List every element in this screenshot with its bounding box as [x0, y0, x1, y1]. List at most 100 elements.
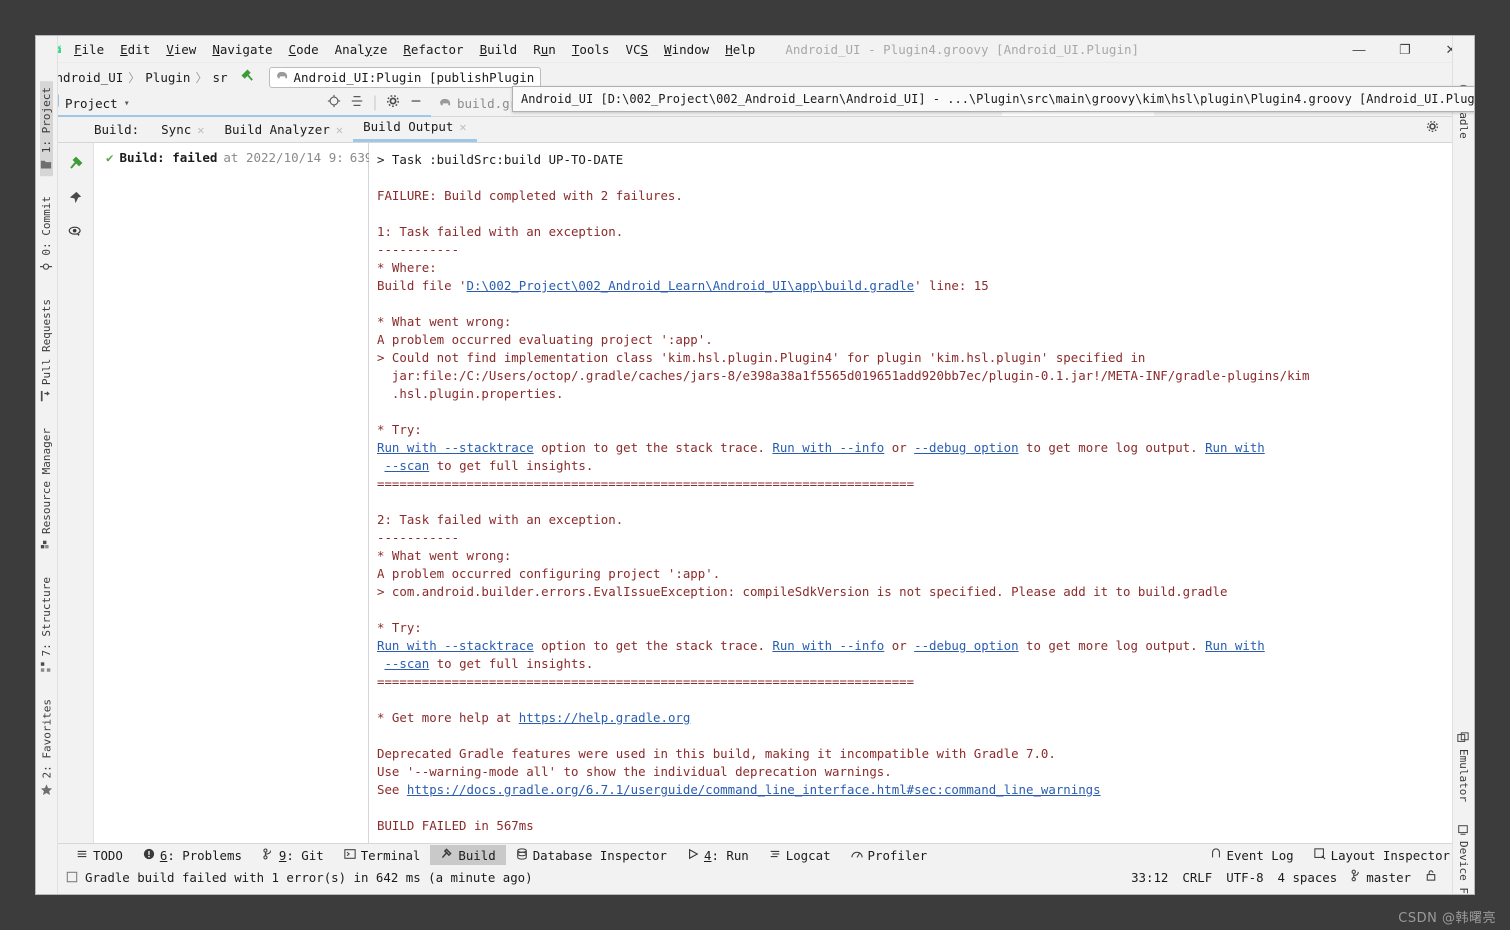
event-log-icon [1210, 847, 1222, 863]
bottom-tool-build[interactable]: Build [430, 845, 506, 865]
bottom-tool-profiler[interactable]: Profiler [841, 846, 938, 865]
stripe-button-pull-requests[interactable]: Pull Requests [40, 293, 53, 408]
menu-item-refactor[interactable]: Refactor [395, 39, 471, 60]
bottom-tool-event-log[interactable]: Event Log [1200, 846, 1304, 865]
locate-icon[interactable] [327, 94, 341, 113]
resource-manager-icon [40, 539, 53, 551]
console-text: > Could not find implementation class 'k… [377, 350, 1146, 365]
console-link[interactable]: Run with --info [772, 638, 884, 653]
console-link[interactable]: Run with --stacktrace [377, 440, 534, 455]
gear-icon[interactable] [1426, 120, 1439, 138]
console-line: BUILD FAILED in 567ms [377, 817, 1474, 835]
line-separator[interactable]: CRLF [1182, 870, 1212, 885]
breadcrumb-sr[interactable]: sr [208, 70, 231, 85]
build-hammer-icon[interactable] [240, 68, 255, 86]
console-link[interactable]: --debug option [914, 638, 1018, 653]
run-configuration-selector[interactable]: Android_UI:Plugin [publishPlugin [268, 66, 542, 88]
console-line: See https://docs.gradle.org/6.7.1/usergu… [377, 781, 1474, 799]
minimize-button[interactable]: — [1336, 36, 1382, 63]
bottom-tool-problems[interactable]: 6: Problems [133, 846, 252, 865]
console-line: * What went wrong: [377, 313, 1474, 331]
console-link[interactable]: https://docs.gradle.org/6.7.1/userguide/… [407, 782, 1101, 797]
run-icon [687, 848, 699, 863]
bottom-tool-layout-inspector[interactable]: Layout Inspector [1304, 846, 1460, 865]
gear-icon[interactable] [386, 94, 400, 113]
stripe-button-2-favorites[interactable]: 2: Favorites [40, 693, 54, 802]
bottom-tool-label: 6: Problems [159, 847, 242, 863]
layout-inspector-icon [1313, 847, 1326, 863]
file-encoding[interactable]: UTF-8 [1226, 870, 1263, 885]
menu-item-view[interactable]: View [158, 39, 204, 60]
console-link[interactable]: Run with [1205, 440, 1265, 455]
menu-item-tools[interactable]: Tools [564, 39, 618, 60]
build-tab-sync[interactable]: Sync ✕ [151, 122, 214, 142]
status-widget-icon[interactable] [66, 871, 78, 883]
close-icon[interactable]: ✕ [336, 123, 343, 137]
bottom-tool-database-inspector[interactable]: Database Inspector [506, 846, 677, 865]
project-panel-toolbar: | [327, 94, 431, 113]
console-line: > Could not find implementation class 'k… [377, 349, 1474, 367]
stripe-label: 7: Structure [39, 576, 53, 657]
console-link[interactable]: https://help.gradle.org [519, 710, 691, 725]
stripe-label: Resource Manager [39, 427, 53, 534]
menu-item-navigate[interactable]: Navigate [204, 39, 280, 60]
console-text: * Try: [377, 620, 422, 635]
caret-position[interactable]: 33:12 [1131, 870, 1168, 885]
maximize-button[interactable]: ❐ [1382, 36, 1428, 63]
console-link[interactable]: --debug option [914, 440, 1018, 455]
close-icon[interactable]: ✕ [197, 123, 204, 137]
stripe-button-device-file-explorer[interactable]: Device File Explorer [1457, 818, 1470, 894]
indent-setting[interactable]: 4 spaces [1278, 870, 1338, 885]
menu-item-code[interactable]: Code [281, 39, 327, 60]
console-link[interactable]: Run with --info [772, 440, 884, 455]
build-tab-build-output[interactable]: Build Output ✕ [353, 119, 477, 142]
stripe-button-resource-manager[interactable]: Resource Manager [40, 422, 53, 557]
close-icon[interactable]: ✕ [459, 120, 466, 134]
stripe-button-1-project[interactable]: 1: Project [39, 81, 53, 177]
bottom-tool-run[interactable]: 4: Run [677, 846, 759, 865]
breadcrumb-plugin[interactable]: Plugin [141, 70, 194, 85]
console-link[interactable]: --scan [384, 656, 429, 671]
bottom-tool-logcat[interactable]: Logcat [759, 846, 841, 865]
chevron-down-icon[interactable]: ▾ [124, 98, 130, 109]
console-link[interactable]: Run with [1205, 638, 1265, 653]
console-text: option to get the stack trace. [533, 638, 773, 653]
pin-icon[interactable] [68, 190, 83, 210]
bottom-tool-terminal[interactable]: Terminal [334, 846, 431, 865]
restart-icon[interactable] [68, 155, 84, 176]
hide-icon[interactable] [409, 94, 423, 113]
collapse-all-icon[interactable] [350, 94, 364, 113]
console-link[interactable]: --scan [384, 458, 429, 473]
breadcrumb-separator: 〉 [195, 70, 208, 85]
console-link[interactable]: D:\002_Project\002_Android_Learn\Android… [467, 278, 915, 293]
menu-item-help[interactable]: Help [717, 39, 763, 60]
lock-icon[interactable] [1425, 869, 1437, 885]
menu-item-analyze[interactable]: Analyze [327, 39, 396, 60]
build-console[interactable]: > Task :buildSrc:build UP-TO-DATE FAILUR… [369, 143, 1474, 843]
bottom-tool-label: Database Inspector [532, 847, 667, 863]
build-tree-row[interactable]: ✔Build: failedat 2022/10/14 9:639 ms [94, 149, 395, 166]
stripe-button-0-commit[interactable]: 0: Commit [39, 190, 53, 279]
project-panel-header: Project ▾ | [36, 91, 431, 117]
stripe-button-emulator[interactable]: Emulator [1457, 726, 1470, 808]
console-text: or [884, 638, 915, 653]
console-link[interactable]: Run with --stacktrace [377, 638, 534, 653]
eye-icon[interactable] [68, 224, 83, 244]
bottom-tool-todo[interactable]: TODO [66, 846, 133, 865]
git-branch-widget[interactable]: master [1351, 869, 1411, 885]
menu-item-vcs[interactable]: VCS [617, 39, 656, 60]
bottom-tool-label: Terminal [360, 847, 421, 863]
console-text: > Task :buildSrc:build UP-TO-DATE [377, 152, 624, 167]
menu-item-edit[interactable]: Edit [112, 39, 158, 60]
bottom-tool-git[interactable]: 9: Git [252, 846, 334, 865]
stripe-button-7-structure[interactable]: 7: Structure [40, 571, 53, 679]
run-configuration-label: Android_UI:Plugin [publishPlugin [293, 69, 535, 85]
menu-item-window[interactable]: Window [656, 39, 717, 60]
console-text: Build file ' [377, 278, 467, 293]
build-tab-build-analyzer[interactable]: Build Analyzer ✕ [215, 122, 354, 142]
menu-item-file[interactable]: File [66, 39, 112, 60]
menu-item-build[interactable]: Build [472, 39, 526, 60]
menu-item-run[interactable]: Run [525, 39, 564, 60]
